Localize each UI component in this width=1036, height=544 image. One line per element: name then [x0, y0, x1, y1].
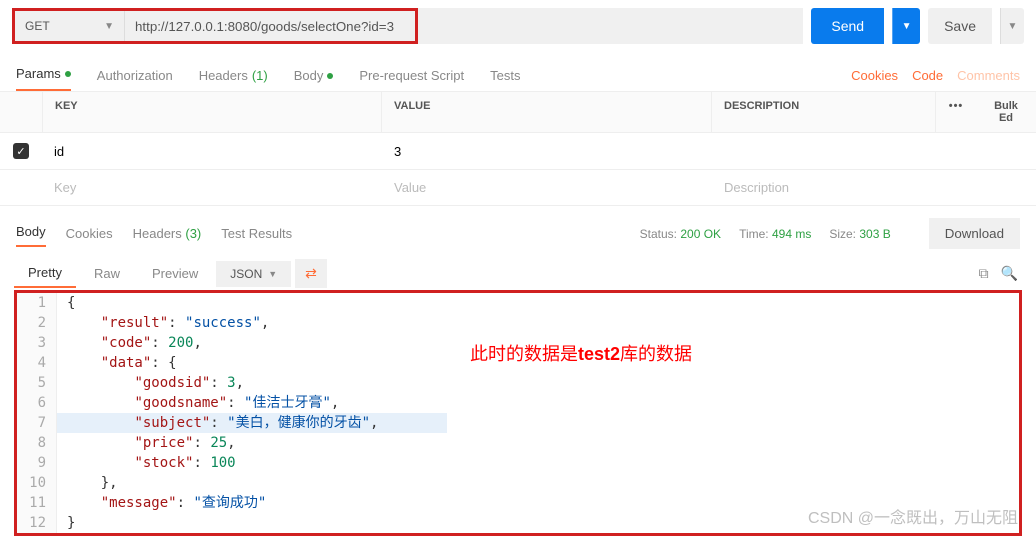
table-row: [0, 170, 1036, 206]
code-line: 6 "goodsname": "佳洁士牙膏",: [17, 393, 447, 413]
resp-tab-testresults[interactable]: Test Results: [221, 222, 292, 245]
code-line: 9 "stock": 100: [17, 453, 447, 473]
format-select[interactable]: JSON ▼: [216, 261, 291, 287]
param-value-input[interactable]: [382, 133, 712, 169]
save-button[interactable]: Save: [928, 8, 992, 44]
tab-params[interactable]: Params: [16, 60, 71, 91]
copy-icon[interactable]: ⧉: [975, 261, 993, 286]
param-key-input[interactable]: [42, 133, 382, 169]
col-desc: DESCRIPTION: [712, 92, 936, 132]
bulk-edit[interactable]: Bulk Ed: [976, 92, 1036, 132]
status-bar: Status: 200 OK Time: 494 ms Size: 303 B: [640, 227, 891, 241]
save-dropdown[interactable]: ▼: [1000, 8, 1024, 44]
view-raw[interactable]: Raw: [80, 260, 134, 287]
params-header-row: KEY VALUE DESCRIPTION ••• Bulk Ed: [0, 92, 1036, 133]
code-line: 7 "subject": "美白，健康你的牙齿",: [17, 413, 447, 433]
tab-headers[interactable]: Headers (1): [199, 62, 268, 89]
link-comments[interactable]: Comments: [957, 68, 1020, 83]
dot-icon: [327, 73, 333, 79]
table-row: ✓: [0, 133, 1036, 170]
watermark: CSDN @一念既出，万山无阻: [808, 504, 1018, 528]
code-line: 4 "data": {: [17, 353, 447, 373]
resp-tab-cookies[interactable]: Cookies: [66, 222, 113, 245]
param-desc-input[interactable]: [712, 170, 1036, 205]
code-line: 5 "goodsid": 3,: [17, 373, 447, 393]
code-line: 11 "message": "查询成功": [17, 493, 447, 513]
more-icon[interactable]: •••: [936, 92, 976, 132]
resp-tab-body[interactable]: Body: [16, 220, 46, 247]
code-line: 12}: [17, 513, 447, 533]
annotation: 此时的数据是test2库的数据: [470, 340, 692, 366]
chevron-down-icon: ▼: [104, 21, 114, 32]
request-line: GET ▼: [12, 8, 418, 44]
tab-body[interactable]: Body: [294, 62, 334, 89]
param-key-input[interactable]: [42, 170, 382, 205]
dot-icon: [65, 71, 71, 77]
col-value: VALUE: [382, 92, 712, 132]
view-preview[interactable]: Preview: [138, 260, 212, 287]
checkbox[interactable]: ✓: [13, 143, 29, 159]
url-input[interactable]: [125, 11, 415, 41]
param-value-input[interactable]: [382, 170, 712, 205]
tab-prerequest[interactable]: Pre-request Script: [359, 62, 464, 89]
method-label: GET: [25, 19, 50, 33]
chevron-down-icon: ▼: [268, 269, 277, 279]
col-key: KEY: [42, 92, 382, 132]
link-code[interactable]: Code: [912, 68, 943, 83]
url-spacer: [418, 8, 803, 44]
wrap-icon[interactable]: ⇄: [295, 259, 327, 288]
send-dropdown[interactable]: ▼: [892, 8, 920, 44]
code-line: 1{: [17, 293, 447, 313]
send-button[interactable]: Send: [811, 8, 884, 44]
code-line: 8 "price": 25,: [17, 433, 447, 453]
code-line: 2 "result": "success",: [17, 313, 447, 333]
resp-tab-headers[interactable]: Headers (3): [133, 222, 202, 245]
search-icon[interactable]: 🔍: [997, 261, 1022, 286]
view-pretty[interactable]: Pretty: [14, 259, 76, 288]
link-cookies[interactable]: Cookies: [851, 68, 898, 83]
method-select[interactable]: GET ▼: [15, 11, 125, 41]
download-button[interactable]: Download: [929, 218, 1020, 249]
code-line: 10 },: [17, 473, 447, 493]
tab-tests[interactable]: Tests: [490, 62, 520, 89]
code-line: 3 "code": 200,: [17, 333, 447, 353]
tab-authorization[interactable]: Authorization: [97, 62, 173, 89]
param-desc-input[interactable]: [712, 133, 1036, 169]
response-body[interactable]: 1{2 "result": "success",3 "code": 200,4 …: [14, 290, 1022, 536]
